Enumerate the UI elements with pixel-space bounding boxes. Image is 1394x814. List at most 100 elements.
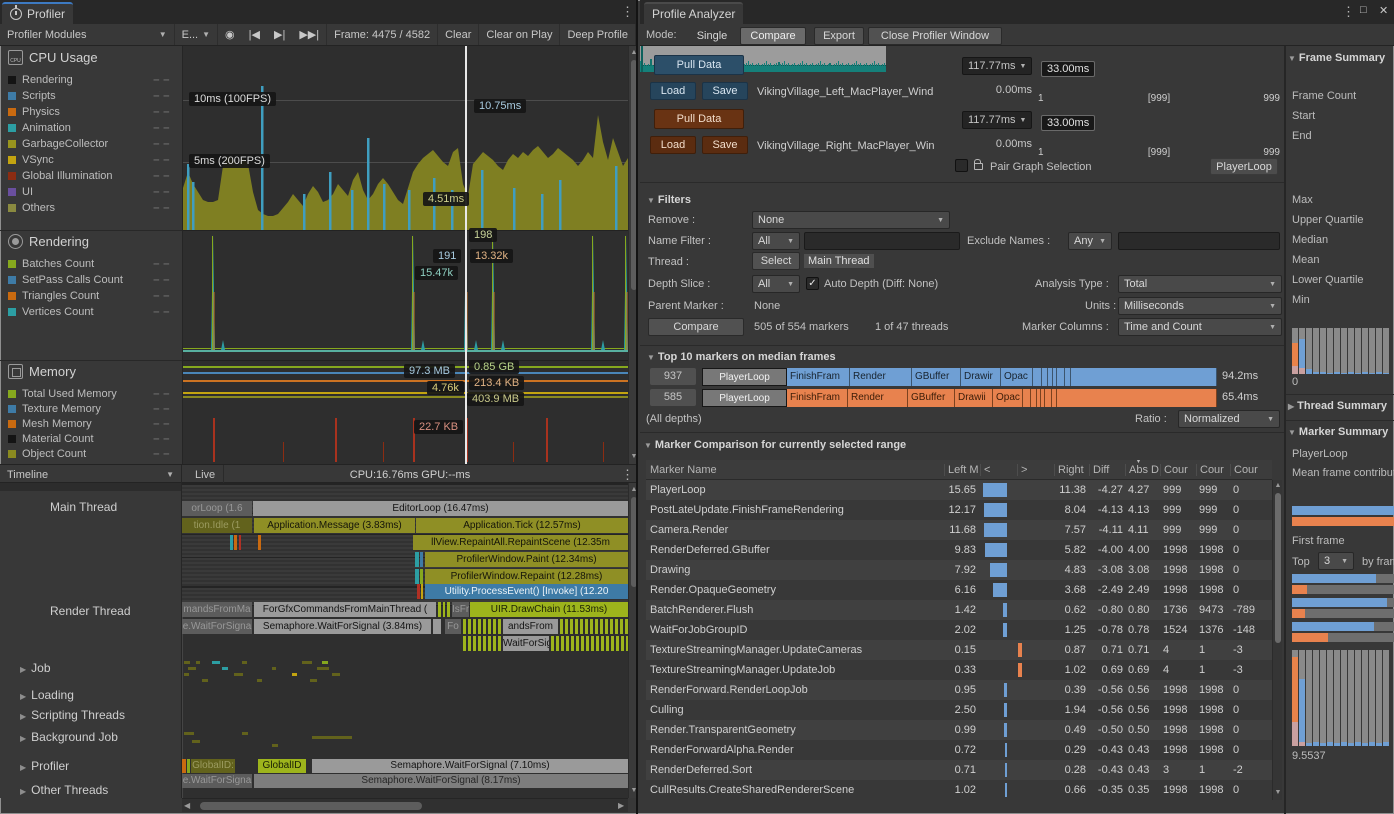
module-header-rendering[interactable]: Rendering <box>8 234 89 249</box>
table-row[interactable]: RenderDeferred.GBuffer9.835.82-4.004.001… <box>646 540 1272 560</box>
column-header--[interactable]: > <box>1017 460 1054 480</box>
maximize-icon[interactable]: □ <box>1360 4 1367 16</box>
legend-item-others[interactable]: Others━ ━ <box>8 200 180 216</box>
record-button[interactable]: ◉ <box>218 24 242 46</box>
pair-graph-checkbox[interactable] <box>955 159 968 172</box>
marker-segment[interactable] <box>1023 389 1031 407</box>
legend-item-material-count[interactable]: Material Count━ ━ <box>8 431 180 447</box>
timeline-bar[interactable] <box>230 535 233 550</box>
marker-summary-title[interactable]: ▼Marker Summary <box>1288 426 1388 438</box>
timeline-canvas[interactable]: 0ms5msorLoop (1.6EditorLoop (16.47ms)tio… <box>182 483 628 798</box>
timeline-scroll-thumb[interactable] <box>631 497 637 587</box>
profiler-charts[interactable]: 10ms (100FPS)5ms (200FPS)10.75ms4.51ms19… <box>182 46 628 464</box>
load-button[interactable]: Load <box>650 82 696 100</box>
timeline-bar[interactable] <box>302 661 312 664</box>
timeline-bar[interactable]: Utility.ProcessEvent() [Invoke] (12.20 <box>425 584 628 599</box>
legend-item-setpass-calls-count[interactable]: SetPass Calls Count━ ━ <box>8 272 180 288</box>
timeline-bar[interactable]: EditorLoop (16.47ms) <box>253 501 628 516</box>
drag-handle-icon[interactable]: ━ ━ <box>154 75 170 86</box>
top10-frame-index[interactable]: 585 <box>650 389 696 406</box>
thread-row-main-thread[interactable]: Main Thread <box>50 500 182 514</box>
timeline-bar[interactable] <box>438 602 441 617</box>
drag-handle-icon[interactable]: ━ ━ <box>154 404 170 415</box>
marker-segment-playerloop[interactable]: PlayerLoop <box>702 368 787 386</box>
timeline-bar[interactable] <box>415 569 419 584</box>
drag-handle-icon[interactable]: ━ ━ <box>154 275 170 286</box>
last-frame-button[interactable]: ▶▶| <box>292 24 327 46</box>
column-header-left-m[interactable]: Left M <box>944 460 980 480</box>
scroll-up-icon[interactable]: ▲ <box>1273 481 1283 491</box>
pull-data-button[interactable]: Pull Data <box>654 109 744 129</box>
module-header-cpu-usage[interactable]: CPU Usage <box>8 50 98 65</box>
legend-item-scripts[interactable]: Scripts━ ━ <box>8 88 180 104</box>
drag-handle-icon[interactable]: ━ ━ <box>154 434 170 445</box>
table-row[interactable]: PlayerLoop15.6511.38-4.274.279999990 <box>646 480 1272 500</box>
compare-button[interactable]: Compare <box>648 318 744 336</box>
thread-summary-title[interactable]: ▶Thread Summary <box>1288 400 1387 412</box>
timeline-bar[interactable] <box>234 673 243 676</box>
timeline-bar[interactable] <box>443 602 445 617</box>
load-button[interactable]: Load <box>650 136 696 154</box>
marker-segment-drawir[interactable]: Drawir <box>961 368 1001 386</box>
ratio-dropdown[interactable]: Normalized▼ <box>1178 410 1280 428</box>
timeline-bar[interactable] <box>242 732 248 735</box>
analysis-type-dropdown[interactable]: Total▼ <box>1118 275 1282 293</box>
timeline-bar[interactable] <box>417 584 420 599</box>
pair-marker-button[interactable]: PlayerLoop <box>1210 158 1278 175</box>
range-dropdown[interactable]: 117.77ms▼ <box>962 57 1032 75</box>
marker-segment[interactable] <box>1057 368 1065 386</box>
timeline-bar[interactable] <box>234 535 237 550</box>
marker-segment-drawii[interactable]: Drawii <box>955 389 993 407</box>
timeline-bar[interactable]: tion.Idle (1 <box>182 518 252 533</box>
marker-columns-dropdown[interactable]: Time and Count▼ <box>1118 318 1282 336</box>
timeline-bar[interactable]: Semaphore.WaitForSignal (3.84ms) <box>254 619 431 634</box>
column-header-marker-name[interactable]: Marker Name <box>646 460 944 480</box>
tab-profiler[interactable]: Profiler <box>2 2 73 24</box>
timeline-bar[interactable] <box>257 679 262 682</box>
marker-histogram[interactable] <box>1292 650 1392 746</box>
timeline-bar[interactable]: andsFrom <box>503 619 558 634</box>
depth-slice-dropdown[interactable]: All▼ <box>752 275 800 293</box>
timeline-bar[interactable]: WaitForSig <box>503 636 549 651</box>
thread-row-render-thread[interactable]: Render Thread <box>50 604 182 618</box>
close-icon[interactable]: ✕ <box>1379 4 1388 17</box>
column-header-cour[interactable]: Cour <box>1230 460 1266 480</box>
thread-row-background-job[interactable]: ▶Background Job <box>20 730 182 744</box>
table-row[interactable]: Render.TransparentGeometry0.990.49-0.500… <box>646 720 1272 740</box>
name-filter-mode-dropdown[interactable]: All▼ <box>752 232 800 250</box>
cpu-usage-chart[interactable] <box>183 46 629 230</box>
timeline-bar[interactable] <box>292 673 297 676</box>
column-header-cour[interactable]: Cour <box>1160 460 1196 480</box>
prev-frame-button[interactable]: |◀ <box>242 24 267 46</box>
mode-compare-button[interactable]: Compare <box>740 27 806 45</box>
legend-item-batches-count[interactable]: Batches Count━ ━ <box>8 256 180 272</box>
close-profiler-window-button[interactable]: Close Profiler Window <box>868 27 1002 45</box>
pull-data-button[interactable]: Pull Data <box>654 55 744 75</box>
thread-row-scripting-threads[interactable]: ▶Scripting Threads <box>20 708 182 722</box>
timeline-bar[interactable]: e.WaitForSigna <box>182 619 252 634</box>
scroll-down-icon[interactable]: ▼ <box>629 786 638 796</box>
expand-arrow-icon[interactable]: ▶ <box>20 665 26 674</box>
timeline-bar[interactable] <box>332 673 340 676</box>
table-row[interactable]: Render.OpaqueGeometry6.163.68-2.492.4919… <box>646 580 1272 600</box>
save-button[interactable]: Save <box>702 136 748 154</box>
profiler-menu-icon[interactable]: ⋮ <box>621 4 634 20</box>
analyzer-menu-icon[interactable]: ⋮ <box>1342 4 1355 20</box>
thread-row-other-threads[interactable]: ▶Other Threads <box>20 783 182 797</box>
timeline-bar[interactable] <box>184 661 190 664</box>
clear-button[interactable]: Clear <box>438 24 479 46</box>
drag-handle-icon[interactable]: ━ ━ <box>154 307 170 318</box>
drag-handle-icon[interactable]: ━ ━ <box>154 187 170 198</box>
expand-arrow-icon[interactable]: ▶ <box>20 787 26 796</box>
timeline-bar[interactable]: GlobalID <box>258 759 306 773</box>
timeline-bar[interactable] <box>415 552 419 567</box>
top10-section-title[interactable]: ▼Top 10 markers on median frames <box>647 351 836 363</box>
marker-segment-opac[interactable]: Opac <box>993 389 1023 407</box>
drag-handle-icon[interactable]: ━ ━ <box>154 91 170 102</box>
legend-item-texture-memory[interactable]: Texture Memory━ ━ <box>8 401 180 417</box>
column-header-abs-d[interactable]: Abs D <box>1125 460 1160 480</box>
filters-section-title[interactable]: ▼Filters <box>647 194 691 206</box>
column-header--[interactable]: < <box>980 460 1017 480</box>
export-button[interactable]: Export <box>814 27 864 45</box>
timeline-bar[interactable]: IsFr <box>452 602 469 617</box>
